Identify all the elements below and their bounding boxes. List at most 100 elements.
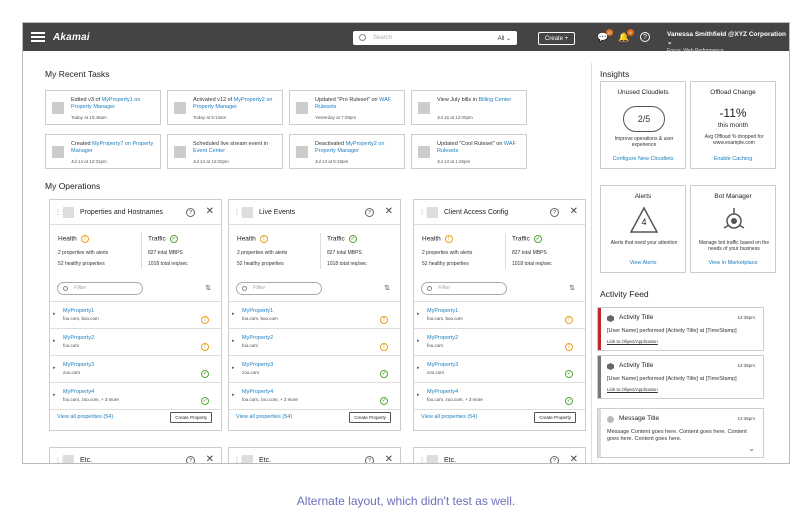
expand-icon[interactable]: ▸: [417, 392, 420, 398]
chat-icon[interactable]: 💬 12: [597, 29, 613, 43]
chevron-down-icon[interactable]: ⌄: [748, 444, 755, 453]
sort-icon[interactable]: ⇅: [569, 284, 575, 292]
property-row[interactable]: ▸ MyProperty4 foo.com, zoo.com, + 3 more ✓: [229, 383, 400, 410]
view-all-link[interactable]: View all properties (54): [236, 414, 292, 420]
property-name[interactable]: MyProperty3: [63, 362, 94, 368]
view-all-link[interactable]: View all properties (54): [57, 414, 113, 420]
close-icon[interactable]: ✕: [385, 454, 393, 463]
feed-item-link[interactable]: Link to Object/Application: [607, 339, 658, 344]
property-name[interactable]: MyProperty2: [427, 335, 458, 341]
stat-t2: 1018 total req/sec: [327, 261, 367, 267]
create-property-button[interactable]: Create Property: [170, 412, 212, 423]
task-text: Edited v3 of MyProperty1 on Property Man…: [71, 97, 159, 111]
filter-input[interactable]: Filter: [236, 282, 322, 295]
search-box[interactable]: Search All ⌄: [353, 31, 517, 45]
property-row[interactable]: ▸ MyProperty3 zoo.com ✓: [50, 356, 221, 383]
card-thumbnail: [63, 207, 74, 218]
help-icon[interactable]: ?: [550, 456, 559, 463]
filter-input[interactable]: Filter: [421, 282, 507, 295]
help-icon[interactable]: ?: [365, 456, 374, 463]
expand-icon[interactable]: ▸: [53, 311, 56, 317]
property-name[interactable]: MyProperty2: [242, 335, 273, 341]
feed-item-link[interactable]: Link to Object/Application: [607, 387, 658, 392]
task-link[interactable]: Billing Center: [478, 97, 511, 103]
insight-link[interactable]: View Alerts: [601, 260, 685, 266]
expand-icon[interactable]: ▸: [232, 365, 235, 371]
help-icon[interactable]: ?: [640, 32, 650, 42]
close-icon[interactable]: ✕: [206, 454, 214, 463]
property-row[interactable]: ▸ MyProperty1 foo.com, boo.com!: [229, 302, 400, 329]
property-row[interactable]: ▸ MyProperty1 foo.com, boo.com!: [50, 302, 221, 329]
expand-icon[interactable]: ▸: [417, 311, 420, 317]
property-name[interactable]: MyProperty3: [427, 362, 458, 368]
property-name[interactable]: MyProperty4: [427, 389, 458, 395]
akamai-logo[interactable]: Akamai: [53, 32, 90, 43]
insight-link[interactable]: Configure New Cloudlets: [601, 156, 685, 162]
property-domains: foo.com, zoo.com, + 3 more: [63, 397, 119, 402]
task-text: Updated "Cool Ruleset" on WAF Rulesets: [437, 141, 525, 155]
task-link[interactable]: Event Center: [193, 148, 225, 154]
property-row[interactable]: ▸ MyProperty2 foo.com!: [50, 329, 221, 356]
property-domains: foo.com: [427, 343, 444, 348]
task-card[interactable]: View July bills in Billing Center Jul 15 …: [411, 90, 527, 125]
expand-icon[interactable]: ▸: [232, 311, 235, 317]
property-row[interactable]: ▸ MyProperty2 foo.com!: [414, 329, 585, 356]
close-icon[interactable]: ✕: [570, 206, 578, 218]
task-card[interactable]: Deactivated MyProperty2 on Property Mana…: [289, 134, 405, 169]
feed-item-body: [User Name] performed [Activity Title] a…: [607, 328, 737, 334]
task-card[interactable]: Scheduled live stream event in Event Cen…: [167, 134, 283, 169]
health-text: Health: [237, 235, 256, 243]
property-name[interactable]: MyProperty4: [242, 389, 273, 395]
property-row[interactable]: ▸ MyProperty3 zoo.com ✓: [229, 356, 400, 383]
property-list: ▸ MyProperty1 foo.com, boo.com! ▸ MyProperty…: [50, 301, 221, 410]
property-name[interactable]: MyProperty1: [63, 308, 94, 314]
status: !: [201, 338, 209, 356]
app-window: Akamai Search All ⌄ Create + 💬 12 🔔 4 ? Va…: [22, 22, 790, 464]
expand-icon[interactable]: ▸: [232, 392, 235, 398]
property-name[interactable]: MyProperty4: [63, 389, 94, 395]
close-icon[interactable]: ✕: [206, 206, 214, 218]
traffic-label: Traffic ✓: [148, 235, 178, 243]
insight-link[interactable]: View in Marketplace: [691, 260, 775, 266]
sort-icon[interactable]: ⇅: [384, 284, 390, 292]
column-divider: [591, 63, 592, 463]
task-card[interactable]: Updated "Pro Ruleset" on WAF Rulesets Yes…: [289, 90, 405, 125]
create-property-button[interactable]: Create Property: [349, 412, 391, 423]
expand-icon[interactable]: ▸: [53, 392, 56, 398]
filter-input[interactable]: Filter: [57, 282, 143, 295]
insight-link[interactable]: Enable Caching: [691, 156, 775, 162]
property-name[interactable]: MyProperty2: [63, 335, 94, 341]
expand-icon[interactable]: ▸: [417, 365, 420, 371]
sort-icon[interactable]: ⇅: [205, 284, 211, 292]
close-icon[interactable]: ✕: [385, 206, 393, 218]
help-icon[interactable]: ?: [550, 208, 559, 217]
create-button[interactable]: Create +: [538, 32, 575, 45]
help-icon[interactable]: ?: [186, 208, 195, 217]
user-menu[interactable]: Vanessa Smithfield @XYZ Corporation ⌄ Fo…: [667, 31, 789, 55]
close-icon[interactable]: ✕: [570, 454, 578, 463]
task-card[interactable]: Edited v3 of MyProperty1 on Property Man…: [45, 90, 161, 125]
task-card[interactable]: Created MyProperty7 on Property Manager J…: [45, 134, 161, 169]
property-name[interactable]: MyProperty3: [242, 362, 273, 368]
property-row[interactable]: ▸ MyProperty4 foo.com, zoo.com, + 3 more ✓: [50, 383, 221, 410]
expand-icon[interactable]: ▸: [53, 365, 56, 371]
property-name[interactable]: MyProperty1: [427, 308, 458, 314]
notifications-icon[interactable]: 🔔 4: [618, 29, 634, 43]
view-all-link[interactable]: View all properties (54): [421, 414, 477, 420]
help-icon[interactable]: ?: [186, 456, 195, 463]
property-row[interactable]: ▸ MyProperty2 foo.com!: [229, 329, 400, 356]
expand-icon[interactable]: ▸: [53, 338, 56, 344]
task-card[interactable]: Updated "Cool Ruleset" on WAF Rulesets Ju…: [411, 134, 527, 169]
expand-icon[interactable]: ▸: [232, 338, 235, 344]
help-icon[interactable]: ?: [365, 208, 374, 217]
property-row[interactable]: ▸ MyProperty1 foo.com, boo.com!: [414, 302, 585, 329]
property-row[interactable]: ▸ MyProperty3 zoo.com ✓: [414, 356, 585, 383]
search-input[interactable]: Search: [373, 35, 498, 41]
menu-icon[interactable]: [31, 32, 45, 42]
property-name[interactable]: MyProperty1: [242, 308, 273, 314]
create-property-button[interactable]: Create Property: [534, 412, 576, 423]
expand-icon[interactable]: ▸: [417, 338, 420, 344]
search-scope-select[interactable]: All ⌄: [498, 35, 511, 42]
task-card[interactable]: Activated v12 of MyProperty2 on Property…: [167, 90, 283, 125]
property-row[interactable]: ▸ MyProperty4 foo.com, zoo.com, + 3 more ✓: [414, 383, 585, 410]
